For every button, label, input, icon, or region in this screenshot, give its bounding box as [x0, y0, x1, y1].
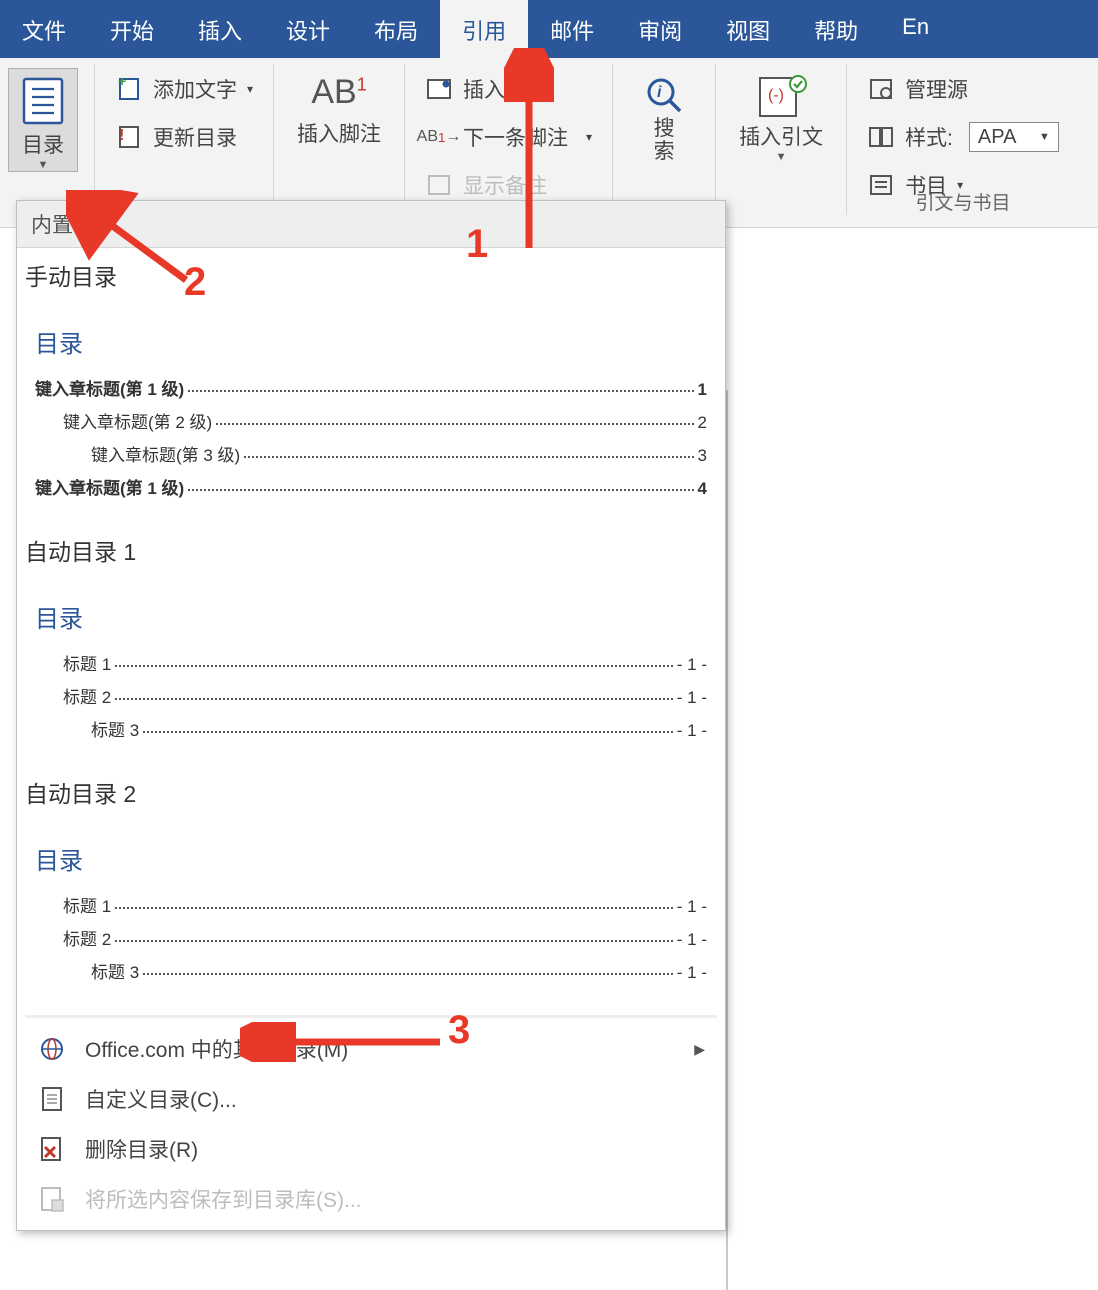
- chevron-down-icon: ▾: [247, 82, 253, 96]
- show-notes-icon: [425, 171, 453, 199]
- annotation-arrow-2: [66, 190, 196, 290]
- auto-toc-2-option[interactable]: 自动目录 2: [17, 765, 725, 811]
- remove-doc-icon: [37, 1134, 67, 1164]
- annotation-label-2: 2: [184, 260, 206, 305]
- manage-sources-icon: [867, 75, 895, 103]
- save-to-gallery-label: 将所选内容保存到目录库(S)...: [85, 1184, 362, 1214]
- tab-layout[interactable]: 布局: [352, 0, 440, 58]
- chevron-right-icon: ▶: [694, 1041, 705, 1058]
- annotation-label-3: 3: [448, 1008, 470, 1053]
- toc-preview-line: 键入章标题(第 3 级)3: [91, 441, 707, 466]
- auto-toc-1-preview[interactable]: 目录 标题 1- 1 - 标题 2- 1 - 标题 3- 1 -: [17, 569, 725, 765]
- search-icon: i: [642, 73, 686, 117]
- insert-citation-icon: (-): [753, 73, 809, 121]
- annotation-label-1: 1: [466, 222, 488, 267]
- toc-preview-line: 键入章标题(第 2 级)2: [63, 408, 707, 433]
- toc-preview-line: 标题 2- 1 -: [63, 925, 707, 950]
- add-text-button[interactable]: + 添加文字 ▾: [111, 72, 257, 106]
- insert-citation-label: 插入引文: [739, 121, 823, 151]
- tab-view[interactable]: 视图: [704, 0, 792, 58]
- update-toc-icon: !: [115, 123, 143, 151]
- manage-sources-button[interactable]: 管理源: [863, 72, 1063, 106]
- toc-heading-label: 目录: [35, 841, 707, 876]
- insert-footnote-button[interactable]: AB1 插入脚注: [290, 68, 388, 149]
- manage-sources-label: 管理源: [905, 74, 968, 104]
- toc-preview-line: 标题 1- 1 -: [63, 892, 707, 917]
- update-toc-label: 更新目录: [153, 122, 237, 152]
- citation-style-select[interactable]: APA ▼: [969, 122, 1059, 152]
- annotation-arrow-3: [240, 1022, 450, 1062]
- globe-icon: [37, 1034, 67, 1064]
- save-to-gallery-button: 将所选内容保存到目录库(S)...: [17, 1174, 725, 1224]
- search-button[interactable]: i 搜 索: [629, 68, 699, 164]
- toc-preview-line: 键入章标题(第 1 级)4: [35, 474, 707, 499]
- search-button-label: 搜 索: [654, 117, 675, 163]
- tab-extra[interactable]: En: [880, 0, 951, 58]
- toc-heading-label: 目录: [35, 599, 707, 634]
- tab-home[interactable]: 开始: [88, 0, 176, 58]
- toc-button-label: 目录: [22, 129, 64, 159]
- chevron-down-icon: ▼: [38, 159, 49, 171]
- document-icon: [37, 1084, 67, 1114]
- toc-preview-line: 键入章标题(第 1 级)1: [35, 375, 707, 400]
- custom-toc-button[interactable]: 自定义目录(C)...: [17, 1074, 725, 1124]
- svg-text:!: !: [119, 127, 124, 144]
- toc-dropdown: 内置 手动目录 目录 键入章标题(第 1 级)1 键入章标题(第 2 级)2 键…: [16, 200, 726, 1231]
- manual-toc-preview[interactable]: 目录 键入章标题(第 1 级)1 键入章标题(第 2 级)2 键入章标题(第 3…: [17, 294, 725, 523]
- footnote-ab-icon: AB1: [311, 73, 366, 112]
- tab-review[interactable]: 审阅: [616, 0, 704, 58]
- remove-toc-button[interactable]: 删除目录(R): [17, 1124, 725, 1174]
- toc-preview-line: 标题 2- 1 -: [63, 683, 707, 708]
- auto-toc-1-option[interactable]: 自动目录 1: [17, 523, 725, 569]
- auto-toc-2-preview[interactable]: 目录 标题 1- 1 - 标题 2- 1 - 标题 3- 1 -: [17, 811, 725, 1007]
- toc-preview-line: 标题 1- 1 -: [63, 650, 707, 675]
- save-gallery-icon: [37, 1184, 67, 1214]
- remove-toc-label: 删除目录(R): [85, 1134, 198, 1164]
- tab-insert[interactable]: 插入: [176, 0, 264, 58]
- update-toc-button[interactable]: ! 更新目录: [111, 120, 257, 154]
- toc-icon: [19, 73, 67, 129]
- next-footnote-icon: AB1→: [425, 123, 453, 151]
- toc-preview-line: 标题 3- 1 -: [91, 958, 707, 983]
- citation-style-button[interactable]: 样式: APA ▼: [863, 120, 1063, 154]
- tab-help[interactable]: 帮助: [792, 0, 880, 58]
- chevron-down-icon: ▼: [776, 151, 787, 163]
- toc-button[interactable]: 目录 ▼: [8, 68, 78, 172]
- tab-design[interactable]: 设计: [264, 0, 352, 58]
- svg-text:i: i: [657, 84, 662, 101]
- citation-style-label: 样式:: [905, 122, 953, 152]
- annotation-arrow-1: [504, 48, 554, 258]
- add-text-icon: +: [115, 75, 143, 103]
- chevron-down-icon: ▼: [1039, 131, 1050, 143]
- chevron-down-icon: ▾: [586, 130, 592, 144]
- insert-footnote-label: 插入脚注: [297, 118, 381, 148]
- document-edge: [726, 390, 728, 1290]
- insert-citation-button[interactable]: (-) 插入引文 ▼: [732, 68, 830, 164]
- group-citations-label: 引文与书目: [847, 188, 1079, 215]
- tab-file[interactable]: 文件: [0, 0, 88, 58]
- insert-endnote-icon: [425, 75, 453, 103]
- citation-style-icon: [867, 123, 895, 151]
- citation-style-value: APA: [978, 126, 1017, 149]
- custom-toc-label: 自定义目录(C)...: [85, 1084, 237, 1114]
- svg-text:+: +: [118, 76, 126, 89]
- toc-heading-label: 目录: [35, 324, 707, 359]
- toc-preview-line: 标题 3- 1 -: [91, 716, 707, 741]
- add-text-label: 添加文字: [153, 74, 237, 104]
- svg-text:(-): (-): [768, 87, 784, 104]
